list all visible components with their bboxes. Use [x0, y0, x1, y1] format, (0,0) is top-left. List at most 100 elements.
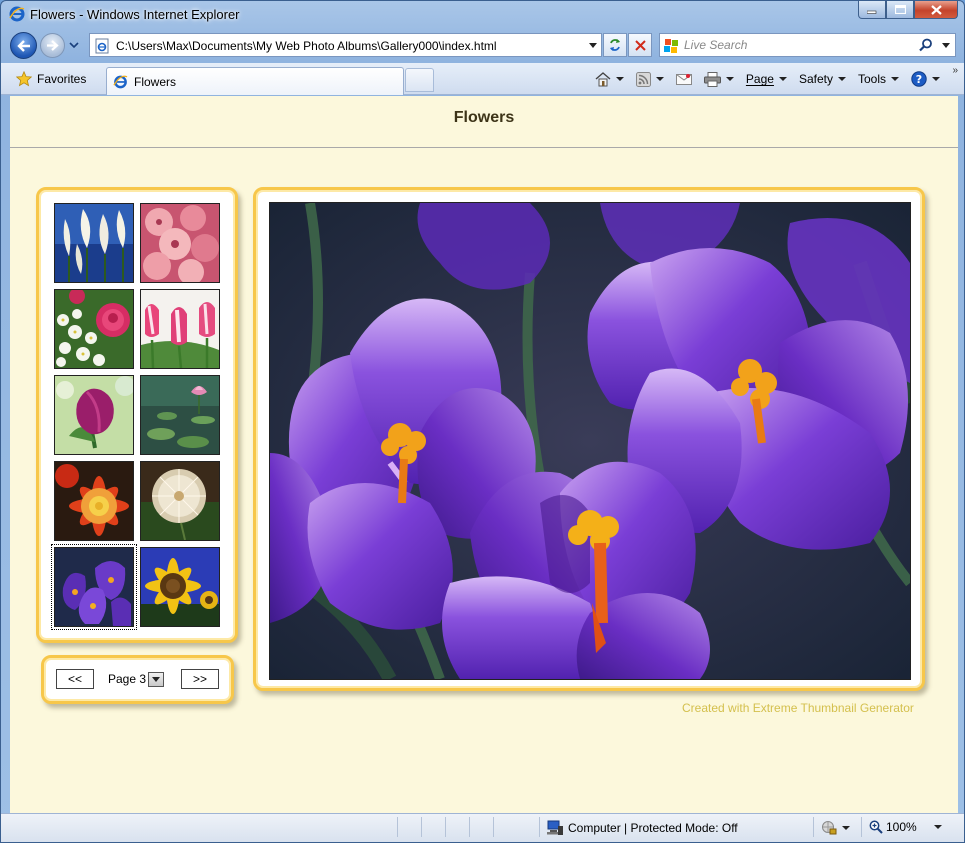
red-dahlia-image: [55, 462, 133, 540]
help-dropdown-icon[interactable]: [932, 77, 940, 81]
toolbar-overflow-chevron-icon[interactable]: »: [952, 65, 958, 76]
main-photo[interactable]: [269, 202, 911, 680]
forward-arrow-icon: [47, 40, 59, 51]
navigation-bar: C:\Users\Max\Documents\My Web Photo Albu…: [1, 29, 964, 63]
security-zone-text: Computer | Protected Mode: Off: [568, 820, 738, 835]
computer-zone-icon: [547, 820, 563, 835]
favorites-button[interactable]: Favorites: [8, 67, 94, 91]
stop-button[interactable]: [628, 33, 652, 57]
rss-feed-icon: [635, 71, 651, 87]
thumb-water-lily[interactable]: [140, 375, 220, 455]
feeds-button[interactable]: [632, 68, 668, 90]
address-bar[interactable]: C:\Users\Max\Documents\My Web Photo Albu…: [89, 33, 602, 57]
printer-icon: [703, 71, 721, 87]
status-separator: [493, 817, 494, 837]
address-url[interactable]: C:\Users\Max\Documents\My Web Photo Albu…: [116, 39, 497, 53]
caption-buttons: [858, 1, 958, 19]
page-select[interactable]: Page 3: [108, 669, 165, 689]
feeds-dropdown-icon[interactable]: [655, 77, 664, 81]
status-separator: [539, 817, 540, 837]
credit-link[interactable]: Created with Extreme Thumbnail Generator: [682, 701, 914, 715]
thumb-dandelion-puff[interactable]: [140, 461, 220, 541]
search-box[interactable]: [659, 33, 956, 57]
read-mail-button[interactable]: [672, 68, 696, 90]
close-window-button[interactable]: [914, 1, 958, 19]
search-icon[interactable]: [919, 38, 933, 52]
status-bar: Computer | Protected Mode: Off 100%: [1, 813, 964, 842]
page-menu-button[interactable]: Page: [742, 68, 791, 90]
search-input[interactable]: [684, 37, 914, 53]
status-separator: [445, 817, 446, 837]
safety-menu-button[interactable]: Safety: [795, 68, 850, 90]
back-button[interactable]: [10, 32, 37, 59]
security-zone[interactable]: Computer | Protected Mode: Off: [547, 820, 738, 835]
browser-window: Flowers - Windows Internet Explorer C:\U…: [0, 0, 965, 843]
page-select-value: Page 3: [108, 672, 147, 686]
minimize-button[interactable]: [858, 1, 886, 19]
favorites-star-icon: [16, 71, 32, 87]
page-menu-label: Page: [745, 72, 774, 86]
home-icon: [595, 72, 611, 87]
window-title: Flowers - Windows Internet Explorer: [30, 7, 240, 22]
thumb-white-lilies[interactable]: [54, 203, 134, 283]
tools-menu-caret-icon: [891, 77, 899, 81]
help-button[interactable]: ?: [907, 68, 944, 90]
purple-tulip-image: [55, 376, 133, 454]
thumb-white-flowers-red-rose[interactable]: [54, 289, 134, 369]
white-flowers-rose-image: [55, 290, 133, 368]
previous-page-button[interactable]: <<: [56, 669, 94, 689]
thumbnails-panel: [36, 187, 238, 643]
refresh-button[interactable]: [603, 33, 627, 57]
status-separator: [469, 817, 470, 837]
page-content: Flowers << Page 3 >> Created with Extrem…: [10, 96, 958, 813]
thumb-pink-tulips[interactable]: [140, 289, 220, 369]
page-select-dropdown-icon[interactable]: [148, 671, 165, 687]
page-icon: [95, 38, 109, 54]
home-dropdown-icon[interactable]: [615, 77, 624, 81]
refresh-icon: [610, 39, 620, 51]
title-divider: [10, 147, 958, 148]
safety-menu-caret-icon: [837, 77, 846, 81]
safety-menu-label: Safety: [798, 72, 833, 86]
maximize-icon: [894, 5, 906, 14]
print-dropdown-icon[interactable]: [725, 77, 734, 81]
tools-menu-label: Tools: [857, 72, 886, 86]
protected-mode-button[interactable]: [821, 820, 850, 836]
thumb-red-dahlia[interactable]: [54, 461, 134, 541]
white-lilies-image: [55, 204, 133, 282]
thumb-sunflower[interactable]: [140, 547, 220, 627]
thumbnail-grid: [51, 203, 220, 630]
page-menu-caret-icon: [778, 77, 787, 81]
minimize-icon: [867, 10, 877, 14]
command-bar-tools: Page Safety Tools ?: [591, 67, 944, 91]
next-page-button[interactable]: >>: [181, 669, 219, 689]
command-bar: Favorites Flowers Page Safety Tools ? »: [1, 63, 964, 95]
title-bar: Flowers - Windows Internet Explorer: [1, 1, 964, 27]
recent-pages-dropdown-icon[interactable]: [68, 39, 80, 51]
status-separator: [813, 817, 814, 837]
stop-icon: [634, 39, 646, 51]
maximize-button[interactable]: [886, 1, 914, 19]
help-icon: ?: [911, 71, 927, 87]
favorites-label: Favorites: [37, 72, 87, 86]
protected-mode-dropdown-icon[interactable]: [842, 826, 850, 830]
tools-menu-button[interactable]: Tools: [854, 68, 903, 90]
close-icon: [930, 4, 942, 15]
zoom-control[interactable]: 100%: [869, 820, 942, 834]
print-button[interactable]: [700, 68, 738, 90]
home-button[interactable]: [591, 68, 628, 90]
pager-panel: << Page 3 >>: [41, 655, 234, 704]
address-dropdown-icon[interactable]: [589, 43, 597, 48]
thumb-purple-crocus[interactable]: [51, 544, 137, 630]
tab-flowers[interactable]: Flowers: [106, 67, 404, 95]
new-tab-button[interactable]: [405, 68, 434, 92]
thumb-pink-gladiolus[interactable]: [140, 203, 220, 283]
status-separator: [421, 817, 422, 837]
status-separator: [397, 817, 398, 837]
forward-button[interactable]: [40, 33, 65, 58]
thumb-purple-tulip[interactable]: [54, 375, 134, 455]
purple-crocus-photo: [270, 203, 910, 679]
zoom-dropdown-icon[interactable]: [933, 825, 942, 829]
dandelion-puff-image: [141, 462, 219, 540]
search-options-dropdown-icon[interactable]: [942, 43, 950, 48]
